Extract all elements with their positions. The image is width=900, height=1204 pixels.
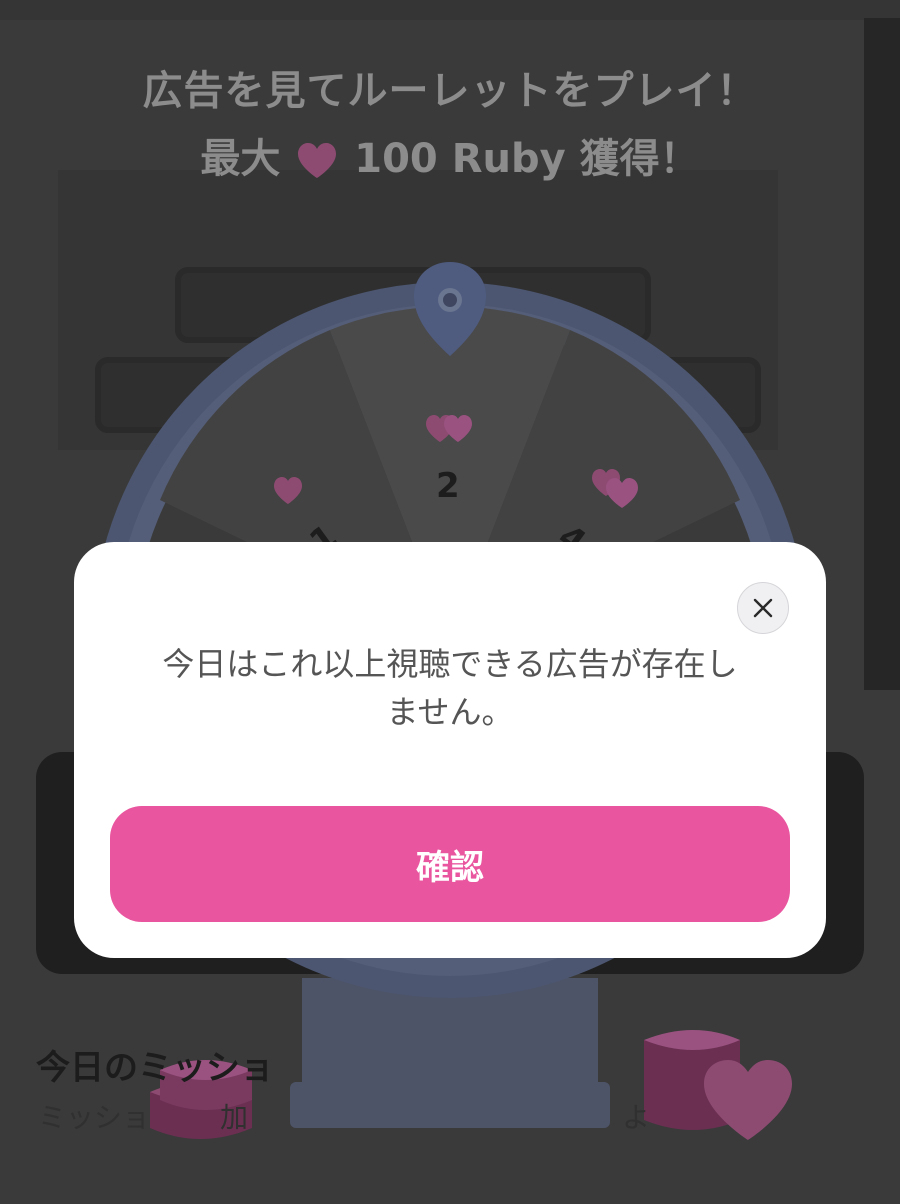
dialog-message: 今日はこれ以上視聴できる広告が存在し ません。 (114, 640, 786, 736)
ruby-heart-icon (296, 142, 338, 180)
segment-1-heart-icon (274, 477, 302, 504)
mission-subtitle-middle: 加 (220, 1101, 249, 1134)
headline-line2: 最大 100 Ruby 獲得！ (0, 126, 900, 184)
dialog-message-line1: 今日はこれ以上視聴できる広告が存在し (162, 645, 738, 683)
headline-line1: 広告を見てルーレットをプレイ！ (142, 68, 758, 114)
dialog-message-line2: ません。 (386, 693, 514, 731)
headline-suffix: 100 Ruby 獲得！ (354, 136, 700, 182)
close-icon (753, 598, 773, 618)
confirm-button[interactable]: 確認 (110, 806, 790, 922)
headline-prefix: 最大 (200, 136, 281, 182)
mission-title: 今日のミッショ (36, 1048, 274, 1088)
mission-subtitle-start: ミッショ (38, 1101, 151, 1134)
segment-2-label: 2 (436, 466, 460, 506)
background-ad-art (58, 170, 778, 450)
mission-subtitle-end: よ (622, 1101, 651, 1134)
no-ads-dialog: 今日はこれ以上視聴できる広告が存在し ません。 確認 (74, 542, 826, 958)
segment-4-heart-stack-icon (592, 469, 638, 508)
mission-subtitle: ミッショ 加 (38, 1096, 248, 1136)
status-bar-area (0, 0, 900, 20)
side-panel (864, 18, 900, 690)
ruby-stack-right-icon (644, 1030, 792, 1140)
close-button[interactable] (737, 582, 789, 634)
